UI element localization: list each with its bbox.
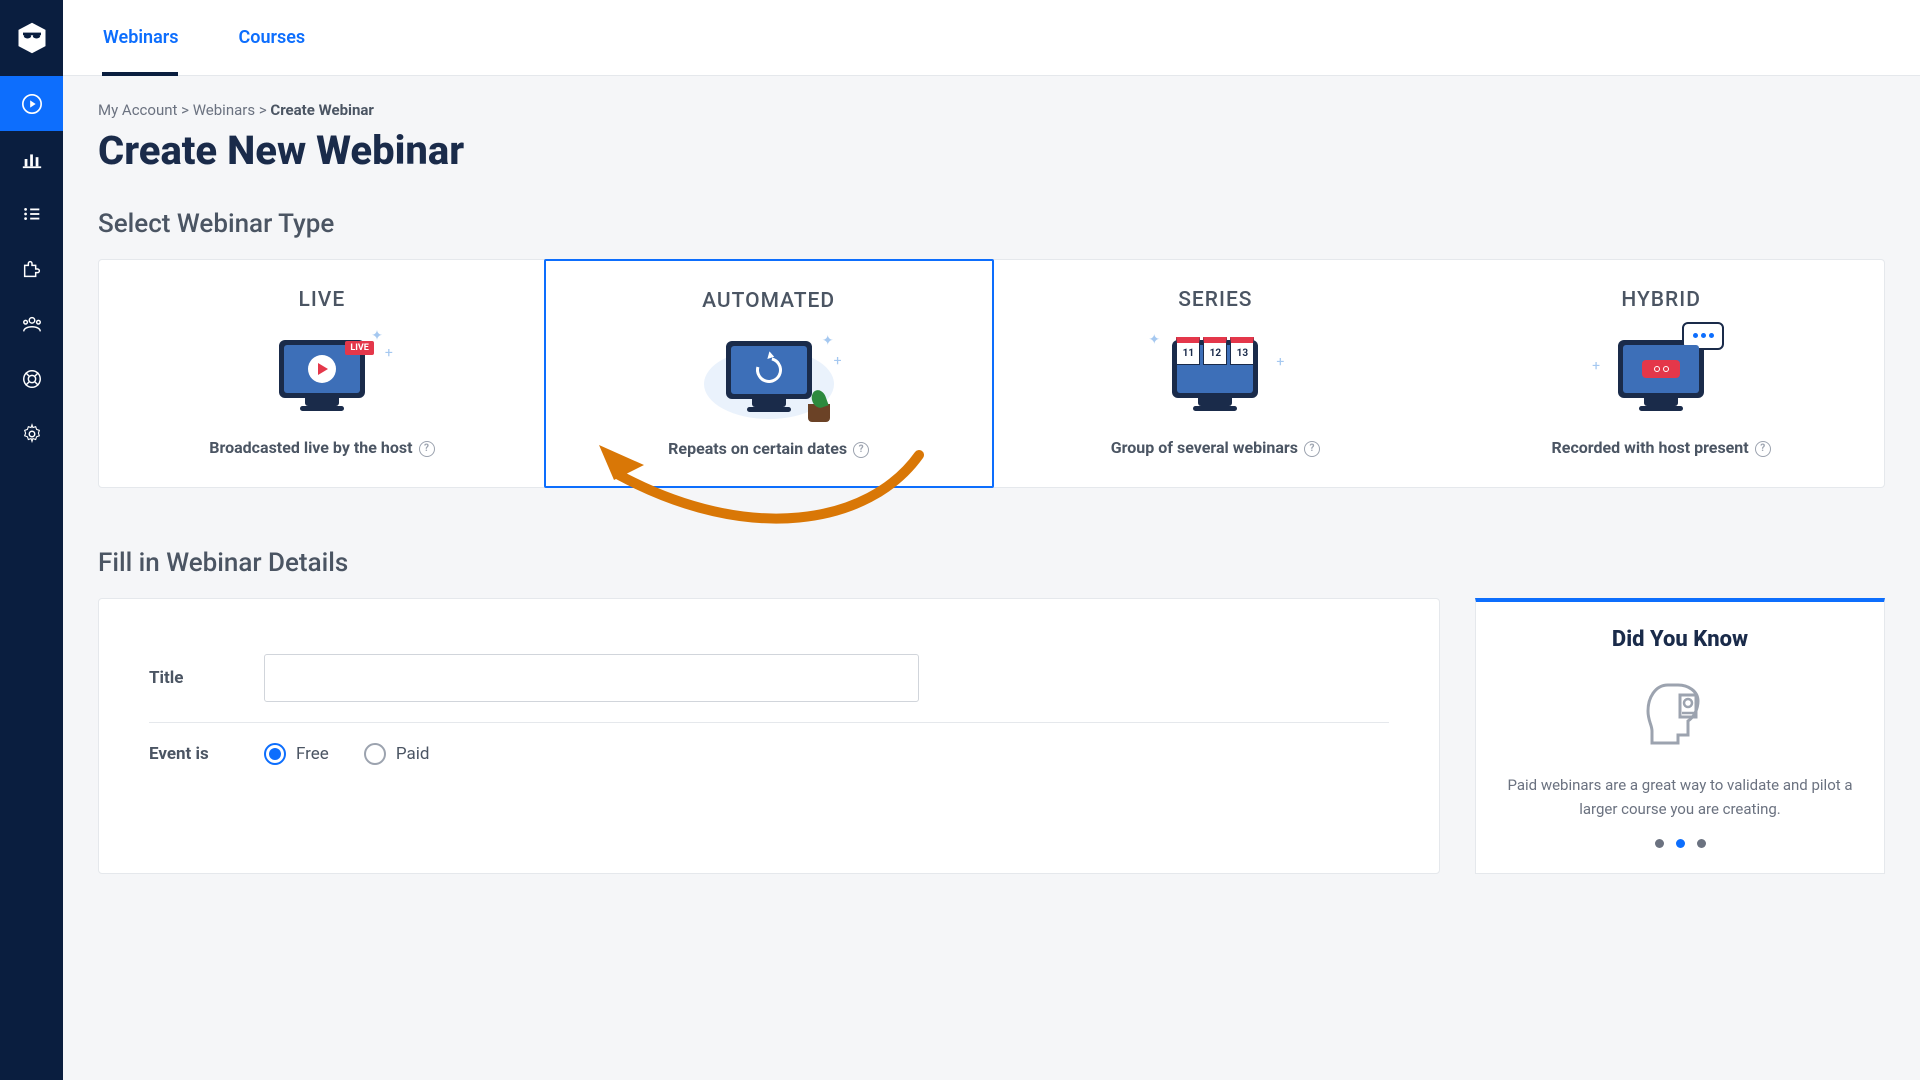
type-illus-live: ✦ + LIVE bbox=[114, 330, 530, 420]
play-circle-icon bbox=[21, 93, 43, 115]
event-is-label: Event is bbox=[149, 744, 264, 764]
type-title: HYBRID bbox=[1453, 288, 1869, 312]
page-title: Create New Webinar bbox=[98, 127, 1885, 174]
tip-box: Did You Know Paid webinars are a great w… bbox=[1475, 598, 1885, 874]
tab-webinars[interactable]: Webinars bbox=[103, 0, 208, 76]
sidebar-nav bbox=[0, 0, 63, 1080]
type-desc: Group of several webinars bbox=[1111, 438, 1298, 457]
type-card-series[interactable]: SERIES ✦ + 111213 Group of several webin… bbox=[993, 260, 1439, 487]
breadcrumb-current: Create Webinar bbox=[270, 101, 374, 119]
type-desc: Recorded with host present bbox=[1552, 438, 1749, 457]
title-input[interactable] bbox=[264, 654, 919, 702]
lifebuoy-icon bbox=[21, 368, 43, 390]
breadcrumb-l2[interactable]: Webinars bbox=[193, 101, 255, 119]
breadcrumb-l1[interactable]: My Account bbox=[98, 101, 177, 119]
logo-icon bbox=[14, 20, 50, 56]
tip-pagination bbox=[1496, 839, 1864, 848]
nav-support[interactable] bbox=[0, 351, 63, 406]
help-icon[interactable]: ? bbox=[853, 442, 869, 458]
breadcrumb: My Account > Webinars > Create Webinar bbox=[98, 101, 1885, 119]
tip-text: Paid webinars are a great way to validat… bbox=[1496, 773, 1864, 821]
type-illus-hybrid: + bbox=[1453, 330, 1869, 420]
type-title: LIVE bbox=[114, 288, 530, 312]
type-card-hybrid[interactable]: HYBRID + Recorded with host present? bbox=[1438, 260, 1884, 487]
radio-paid[interactable]: Paid bbox=[364, 743, 430, 765]
type-card-live[interactable]: LIVE ✦ + LIVE Broadcasted live by the ho… bbox=[99, 260, 545, 487]
tip-illus bbox=[1496, 670, 1864, 755]
title-label: Title bbox=[149, 668, 264, 688]
nav-play[interactable] bbox=[0, 76, 63, 131]
logo bbox=[0, 0, 63, 76]
people-icon bbox=[21, 313, 43, 335]
type-illus-series: ✦ + 111213 bbox=[1008, 330, 1424, 420]
type-card-automated[interactable]: AUTOMATED ✦ + Repeats on certain dates? bbox=[544, 259, 994, 488]
type-illus-automated: ✦ + bbox=[561, 331, 977, 421]
tip-dot-3[interactable] bbox=[1697, 839, 1706, 848]
tab-courses[interactable]: Courses bbox=[208, 0, 335, 76]
nav-analytics[interactable] bbox=[0, 131, 63, 186]
type-title: AUTOMATED bbox=[561, 289, 977, 313]
type-title: SERIES bbox=[1008, 288, 1424, 312]
radio-free[interactable]: Free bbox=[264, 743, 329, 765]
help-icon[interactable]: ? bbox=[1755, 441, 1771, 457]
puzzle-icon bbox=[21, 258, 43, 280]
tip-title: Did You Know bbox=[1496, 627, 1864, 652]
bar-chart-icon bbox=[21, 148, 43, 170]
topbar: Webinars Courses bbox=[63, 0, 1920, 76]
nav-list[interactable] bbox=[0, 186, 63, 241]
nav-integrations[interactable] bbox=[0, 241, 63, 296]
help-icon[interactable]: ? bbox=[1304, 441, 1320, 457]
details-form: Title Event is Free Paid bbox=[98, 598, 1440, 874]
type-desc: Broadcasted live by the host bbox=[209, 438, 412, 457]
list-icon bbox=[21, 203, 43, 225]
head-gears-icon bbox=[1640, 673, 1720, 753]
type-desc: Repeats on certain dates bbox=[668, 439, 847, 458]
nav-settings[interactable] bbox=[0, 406, 63, 461]
help-icon[interactable]: ? bbox=[419, 441, 435, 457]
select-type-heading: Select Webinar Type bbox=[98, 209, 1885, 239]
details-heading: Fill in Webinar Details bbox=[98, 548, 1885, 578]
type-cards: LIVE ✦ + LIVE Broadcasted live by the ho… bbox=[98, 259, 1885, 488]
nav-people[interactable] bbox=[0, 296, 63, 351]
tip-dot-2[interactable] bbox=[1676, 839, 1685, 848]
gear-icon bbox=[21, 423, 43, 445]
tip-dot-1[interactable] bbox=[1655, 839, 1664, 848]
